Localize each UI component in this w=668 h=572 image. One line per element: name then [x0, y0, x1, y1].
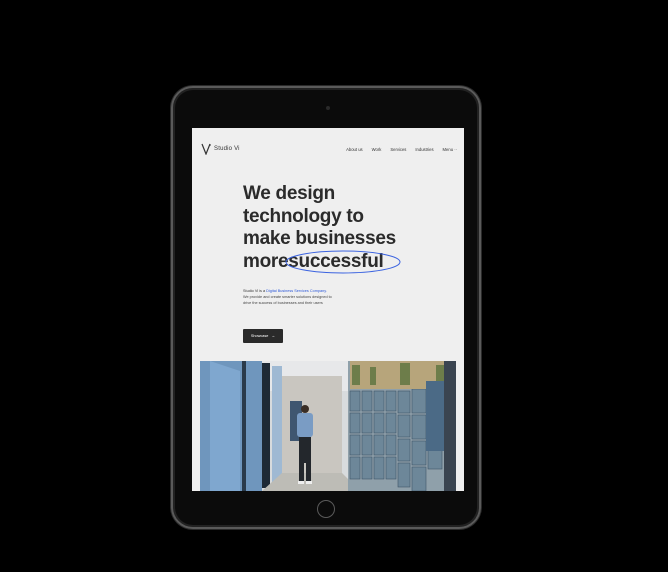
main-nav: About us Work Services Industries Menu ·… — [346, 147, 457, 152]
headline-line-1: We design — [243, 183, 335, 204]
hero-headline: We design technology to make businesses … — [243, 183, 401, 273]
intro-link[interactable]: Digital Business Services Company. — [266, 289, 327, 293]
office-corridor-image — [200, 361, 456, 491]
headline-line-4: more successful — [243, 250, 401, 273]
nav-about-us[interactable]: About us — [346, 147, 363, 152]
highlight-ellipse-icon — [285, 250, 401, 273]
headline-line-3: make businesses — [243, 228, 396, 249]
logo-text: Studio Vi — [214, 146, 240, 152]
hero-photo — [200, 361, 456, 491]
dots-icon: ·· — [454, 147, 457, 152]
camera-dot — [326, 106, 330, 110]
intro-text: Studio Vi is a Digital Business Services… — [243, 288, 333, 306]
site-logo[interactable]: Studio Vi — [201, 143, 240, 155]
tablet-frame: Studio Vi About us Work Services Industr… — [171, 86, 481, 529]
nav-industries[interactable]: Industries — [415, 147, 433, 152]
intro-body: We provide and create smarter solutions … — [243, 295, 332, 305]
headline-line-4-prefix: more — [243, 250, 289, 272]
home-button[interactable] — [317, 500, 335, 518]
nav-work[interactable]: Work — [372, 147, 382, 152]
studio-vi-logo-icon — [201, 143, 211, 155]
nav-services[interactable]: Services — [390, 147, 406, 152]
highlighted-word: successful — [285, 250, 401, 273]
headline-line-2: technology to — [243, 205, 364, 227]
tablet-screen: Studio Vi About us Work Services Industr… — [192, 128, 464, 491]
nav-menu-label: Menu — [442, 147, 454, 152]
showcase-button[interactable]: Showcase → — [243, 329, 283, 343]
intro-prefix: Studio Vi is a — [243, 289, 267, 293]
showcase-label: Showcase — [250, 334, 269, 338]
nav-menu[interactable]: Menu ·· — [443, 147, 457, 152]
arrow-right-icon: → — [271, 334, 276, 338]
